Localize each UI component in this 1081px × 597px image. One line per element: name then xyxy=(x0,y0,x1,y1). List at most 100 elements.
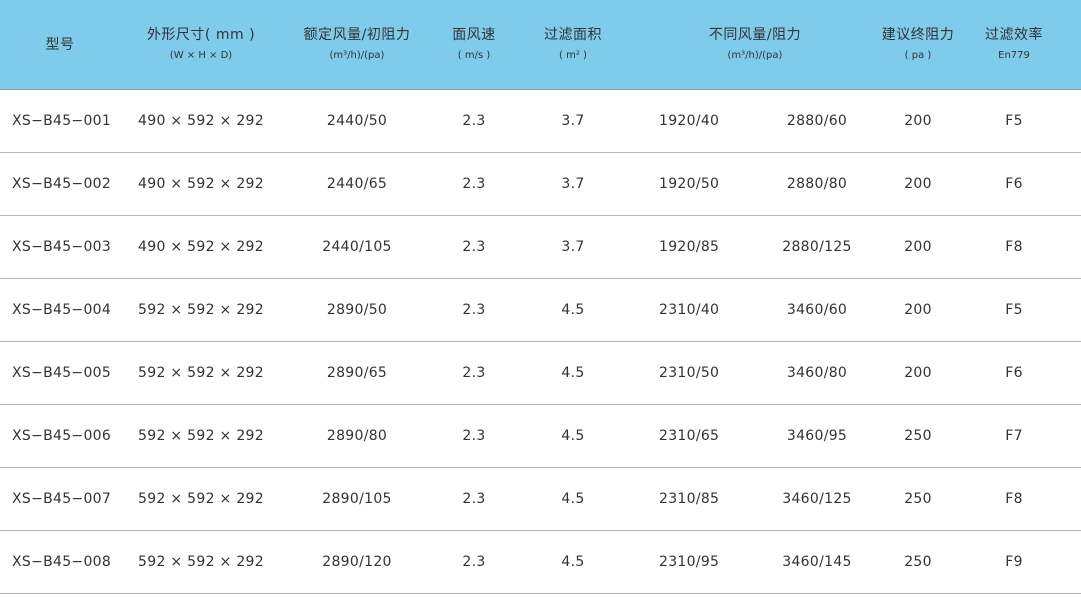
table-body: XS−B45−001 490 × 592 × 292 2440/50 2.3 3… xyxy=(0,90,1081,594)
cell-airflow-low: 1920/50 xyxy=(659,176,720,192)
cell-velocity: 2.3 xyxy=(462,113,486,129)
cell-velocity: 2.3 xyxy=(462,302,486,318)
cell-velocity: 2.3 xyxy=(462,239,486,255)
cell-airflow-low: 2310/95 xyxy=(659,554,720,570)
cell-velocity: 2.3 xyxy=(462,428,486,444)
cell-area: 3.7 xyxy=(561,239,585,255)
cell-model: XS−B45−003 xyxy=(12,239,112,255)
cell-size: 592 × 592 × 292 xyxy=(138,491,264,507)
header-area-unit: ( m² ) xyxy=(559,50,587,61)
cell-final-resistance: 200 xyxy=(904,113,932,129)
cell-size: 592 × 592 × 292 xyxy=(138,365,264,381)
cell-efficiency: F7 xyxy=(1005,428,1023,444)
cell-area: 4.5 xyxy=(561,302,585,318)
cell-model: XS−B45−007 xyxy=(12,491,112,507)
header-final-unit: ( pa ) xyxy=(904,50,932,61)
table-row: XS−B45−006 592 × 592 × 292 2890/80 2.3 4… xyxy=(0,405,1081,468)
header-rated-unit: (m³/h)/(pa) xyxy=(329,50,385,61)
table-row: XS−B45−007 592 × 592 × 292 2890/105 2.3 … xyxy=(0,468,1081,531)
cell-final-resistance: 200 xyxy=(904,239,932,255)
cell-size: 592 × 592 × 292 xyxy=(138,554,264,570)
cell-efficiency: F8 xyxy=(1005,491,1023,507)
cell-efficiency: F5 xyxy=(1005,113,1023,129)
cell-area: 4.5 xyxy=(561,365,585,381)
table-row: XS−B45−002 490 × 592 × 292 2440/65 2.3 3… xyxy=(0,153,1081,216)
cell-model: XS−B45−001 xyxy=(12,113,112,129)
header-size-label: 外形尺寸( mm ) xyxy=(146,27,256,43)
table-row: XS−B45−003 490 × 592 × 292 2440/105 2.3 … xyxy=(0,216,1081,279)
header-size-unit: (W × H × D) xyxy=(169,50,233,61)
header-efficiency-label: 过滤效率 xyxy=(985,27,1043,43)
table-row: XS−B45−005 592 × 592 × 292 2890/65 2.3 4… xyxy=(0,342,1081,405)
cell-area: 4.5 xyxy=(561,554,585,570)
cell-efficiency: F8 xyxy=(1005,239,1023,255)
cell-area: 3.7 xyxy=(561,113,585,129)
cell-final-resistance: 250 xyxy=(904,554,932,570)
cell-area: 4.5 xyxy=(561,491,585,507)
cell-area: 4.5 xyxy=(561,428,585,444)
cell-size: 490 × 592 × 292 xyxy=(138,176,264,192)
cell-rated: 2890/80 xyxy=(326,428,388,444)
cell-final-resistance: 200 xyxy=(904,176,932,192)
header-final-label: 建议终阻力 xyxy=(881,27,955,43)
header-airflow: 不同风量/阻力 (m³/h)/(pa) xyxy=(655,0,855,89)
cell-efficiency: F6 xyxy=(1005,365,1023,381)
cell-rated: 2890/105 xyxy=(322,491,392,507)
header-efficiency: 过滤效率 En779 xyxy=(974,0,1054,89)
cell-airflow-low: 2310/40 xyxy=(659,302,720,318)
header-airflow-unit: (m³/h)/(pa) xyxy=(727,50,783,61)
cell-model: XS−B45−006 xyxy=(12,428,112,444)
header-velocity-unit: ( m/s ) xyxy=(457,50,491,61)
header-efficiency-standard: En779 xyxy=(998,50,1030,61)
header-velocity-label: 面风速 xyxy=(452,27,496,43)
cell-size: 592 × 592 × 292 xyxy=(138,428,264,444)
cell-efficiency: F6 xyxy=(1005,176,1023,192)
cell-airflow-high: 3460/145 xyxy=(782,554,852,570)
cell-airflow-high: 2880/60 xyxy=(786,113,848,129)
header-rated-label: 额定风量/初阻力 xyxy=(303,27,411,43)
cell-velocity: 2.3 xyxy=(462,365,486,381)
cell-model: XS−B45−008 xyxy=(12,554,112,570)
cell-final-resistance: 250 xyxy=(904,428,932,444)
header-rated: 额定风量/初阻力 (m³/h)/(pa) xyxy=(287,0,427,89)
header-size: 外形尺寸( mm ) (W × H × D) xyxy=(121,0,281,89)
cell-rated: 2890/65 xyxy=(326,365,388,381)
cell-airflow-low: 1920/85 xyxy=(659,239,720,255)
cell-rated: 2440/105 xyxy=(322,239,392,255)
header-airflow-label: 不同风量/阻力 xyxy=(708,27,802,43)
cell-airflow-low: 2310/85 xyxy=(659,491,720,507)
header-model-label: 型号 xyxy=(45,36,75,53)
cell-size: 592 × 592 × 292 xyxy=(138,302,264,318)
header-area: 过滤面积 ( m² ) xyxy=(523,0,623,89)
cell-airflow-high: 2880/125 xyxy=(782,239,852,255)
cell-velocity: 2.3 xyxy=(462,554,486,570)
cell-rated: 2890/120 xyxy=(322,554,392,570)
table-header: 型号 外形尺寸( mm ) (W × H × D) 额定风量/初阻力 (m³/h… xyxy=(0,0,1081,90)
cell-airflow-high: 3460/95 xyxy=(786,428,848,444)
cell-area: 3.7 xyxy=(561,176,585,192)
cell-efficiency: F9 xyxy=(1005,554,1023,570)
cell-final-resistance: 200 xyxy=(904,365,932,381)
cell-efficiency: F5 xyxy=(1005,302,1023,318)
header-final: 建议终阻力 ( pa ) xyxy=(868,0,968,89)
cell-model: XS−B45−002 xyxy=(12,176,112,192)
header-model: 型号 xyxy=(0,0,120,89)
table-row: XS−B45−008 592 × 592 × 292 2890/120 2.3 … xyxy=(0,531,1081,594)
cell-airflow-high: 3460/125 xyxy=(782,491,852,507)
cell-velocity: 2.3 xyxy=(462,176,486,192)
cell-rated: 2440/50 xyxy=(326,113,388,129)
table-row: XS−B45−004 592 × 592 × 292 2890/50 2.3 4… xyxy=(0,279,1081,342)
cell-airflow-low: 2310/65 xyxy=(659,428,720,444)
cell-airflow-low: 1920/40 xyxy=(659,113,720,129)
cell-airflow-high: 3460/60 xyxy=(786,302,848,318)
table-row: XS−B45−001 490 × 592 × 292 2440/50 2.3 3… xyxy=(0,90,1081,153)
cell-airflow-low: 2310/50 xyxy=(659,365,720,381)
cell-final-resistance: 250 xyxy=(904,491,932,507)
cell-size: 490 × 592 × 292 xyxy=(138,113,264,129)
cell-airflow-high: 3460/80 xyxy=(786,365,848,381)
spec-table: 型号 外形尺寸( mm ) (W × H × D) 额定风量/初阻力 (m³/h… xyxy=(0,0,1081,594)
cell-rated: 2890/50 xyxy=(326,302,388,318)
cell-model: XS−B45−004 xyxy=(12,302,112,318)
cell-final-resistance: 200 xyxy=(904,302,932,318)
cell-rated: 2440/65 xyxy=(326,176,388,192)
